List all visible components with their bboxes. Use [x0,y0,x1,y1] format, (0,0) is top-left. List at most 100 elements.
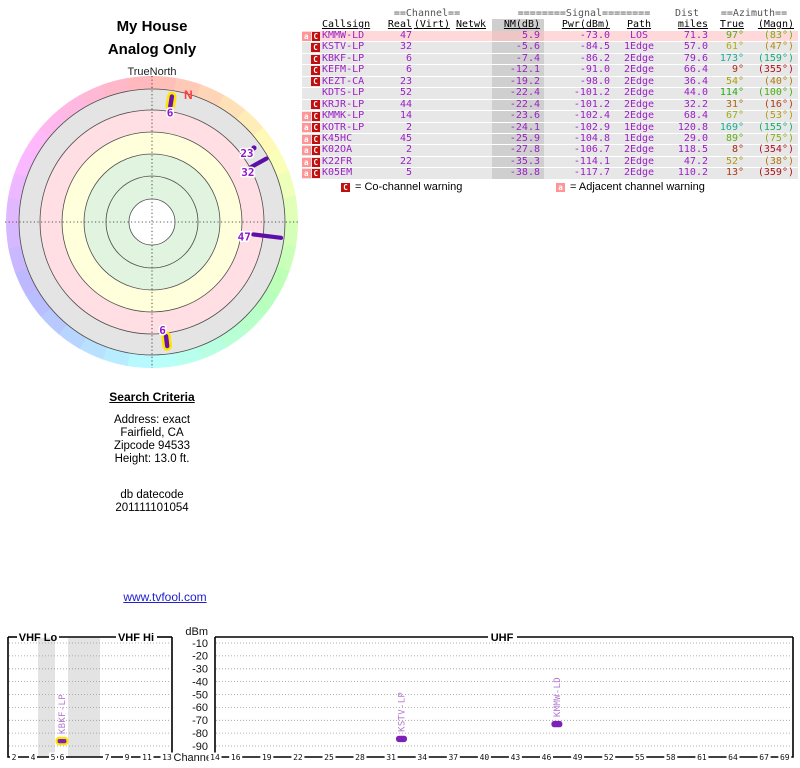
table-row: KDTS-LP 52 -22.4 -101.2 2Edge 44.0 114° (100°) [302,87,798,100]
col-header: (Virt) [413,19,450,30]
channel-tick: 7 [105,753,110,762]
table-row: C KRJR-LP 44 -22.4 -101.2 2Edge 32.2 31° (16°) [302,98,798,112]
azimuth-true: 97° [725,30,744,41]
azimuth-magnetic: (16°) [763,98,794,110]
co-channel-flag-icon: C [311,123,320,133]
azimuth-magnetic: (159°) [757,52,794,64]
azimuth-true: 169° [719,121,744,133]
power-dbm: -73.0 [579,30,610,41]
adjacent-flag-icon: a [302,134,311,144]
azimuth-true: 54° [725,75,744,87]
callsign: KEZT-CA [322,75,365,87]
channel-tick: 67 [759,753,769,762]
channel-tick: 14 [210,753,220,762]
table-column-headers: Callsign Real (Virt) Netwk NM(dB) Pwr(dBm) Pat… [302,19,798,31]
channel-tick: 58 [666,753,676,762]
table-row: C KBKF-LP 6 -7.4 -86.2 2Edge 79.6 173° (159°) [302,52,798,66]
co-channel-flag-icon: C [311,77,320,87]
table-row: a C KMMW-LD 47 5.9 -73.0 LOS 71.3 97° (83°) [302,30,798,43]
channel-group-header: ==Channel== [393,8,461,19]
channel-real: 6 [405,64,412,76]
channel-real: 32 [399,41,412,53]
table-rows: a C KMMW-LD 47 5.9 -73.0 LOS 71.3 97° (83°) C KSTV-… [302,30,798,180]
callsign: K22FR [322,155,353,167]
dbm-tick-label: -40 [192,676,208,688]
co-channel-flag-icon: C [311,43,320,53]
co-channel-flag-icon: C [311,66,320,76]
power-dbm: -117.7 [573,167,610,179]
channel-real: 14 [399,110,412,122]
azimuth-group-header: ==Azimuth== [720,8,788,19]
callsign: KDTS-LP [322,87,365,99]
noise-margin: -38.8 [492,167,544,179]
dbm-tick-label: -20 [192,651,208,663]
channel-tick: 4 [31,753,36,762]
noise-margin: -25.9 [492,133,544,145]
channel-tick: 46 [542,753,552,762]
dbm-tick-label: -60 [192,702,208,714]
channel-tick: 52 [604,753,614,762]
noise-margin: -19.2 [492,76,544,88]
distance-miles: 47.2 [683,155,708,167]
azimuth-true: 8° [731,144,744,156]
callsign: KOTR-LP [322,121,365,133]
azimuth-magnetic: (359°) [757,167,794,179]
power-dbm: -102.4 [573,110,610,122]
path: LOS [629,30,649,41]
channel-real: 6 [405,52,412,64]
noise-margin: -23.6 [492,110,544,122]
co-channel-flag-icon: C [311,111,320,121]
legend-co-channel-text: = Co-channel warning [355,181,463,193]
power-dbm: -98.0 [579,75,610,87]
adjacent-flag-icon: a [302,111,311,121]
path: 2Edge [623,110,655,122]
footer-link-wrap: www.tvfool.com [25,590,305,604]
noise-margin: -27.8 [492,144,544,156]
table-row: a C K05EM 5 -38.8 -117.7 2Edge 110.2 13° (359°) [302,167,798,180]
distance-miles: 29.0 [683,132,708,144]
path: 2Edge [623,87,655,99]
station-bar [396,735,407,743]
callsign: KMMW-LD [322,30,365,41]
north-label: N [184,88,193,102]
co-channel-flag-icon: C [311,168,320,178]
co-channel-flag-icon: C [311,134,320,144]
station-marker-label: 47 [238,230,251,243]
channel-tick: 22 [293,753,303,762]
power-dbm: -84.5 [579,41,610,53]
power-dbm: -106.7 [573,144,610,156]
distance-miles: 66.4 [683,64,708,76]
co-channel-flag-icon: C [311,54,320,64]
distance-miles: 68.4 [683,110,708,122]
power-dbm: -101.2 [573,87,610,99]
callsign: KSTV-LP [322,41,365,53]
co-channel-flag-icon: C [311,100,320,110]
noise-margin: -5.6 [492,41,544,53]
azimuth-magnetic: (40°) [763,75,794,87]
azimuth-magnetic: (38°) [763,155,794,167]
channel-real: 44 [399,98,412,110]
station-bar [55,736,69,746]
channel-tick: 43 [511,753,521,762]
dbm-tick-label: -10 [192,638,208,650]
power-dbm: -114.1 [573,155,610,167]
azimuth-true: 173° [719,52,744,64]
channel-real: 2 [405,121,412,133]
band-label: VHF Hi [118,632,154,644]
channel-axis-label: Channel [174,752,215,764]
azimuth-magnetic: (83°) [763,30,794,41]
station-bar [551,720,563,728]
tvfool-link[interactable]: www.tvfool.com [123,590,206,604]
dist-group-header: Dist [674,8,700,19]
path: 2Edge [623,144,655,156]
channel-tick: 13 [162,753,172,762]
co-channel-flag-icon: C [341,182,350,192]
legend-co-channel: C = Co-channel warning [341,181,462,193]
azimuth-magnetic: (100°) [757,87,794,99]
distance-miles: 120.8 [677,121,708,133]
callsign: KRJR-LP [322,98,365,110]
azimuth-true: 9° [731,64,744,76]
search-criteria-title: Search Criteria [109,390,195,404]
adjacent-flag-icon: a [302,123,311,133]
dbm-tick-label: -70 [192,715,208,727]
